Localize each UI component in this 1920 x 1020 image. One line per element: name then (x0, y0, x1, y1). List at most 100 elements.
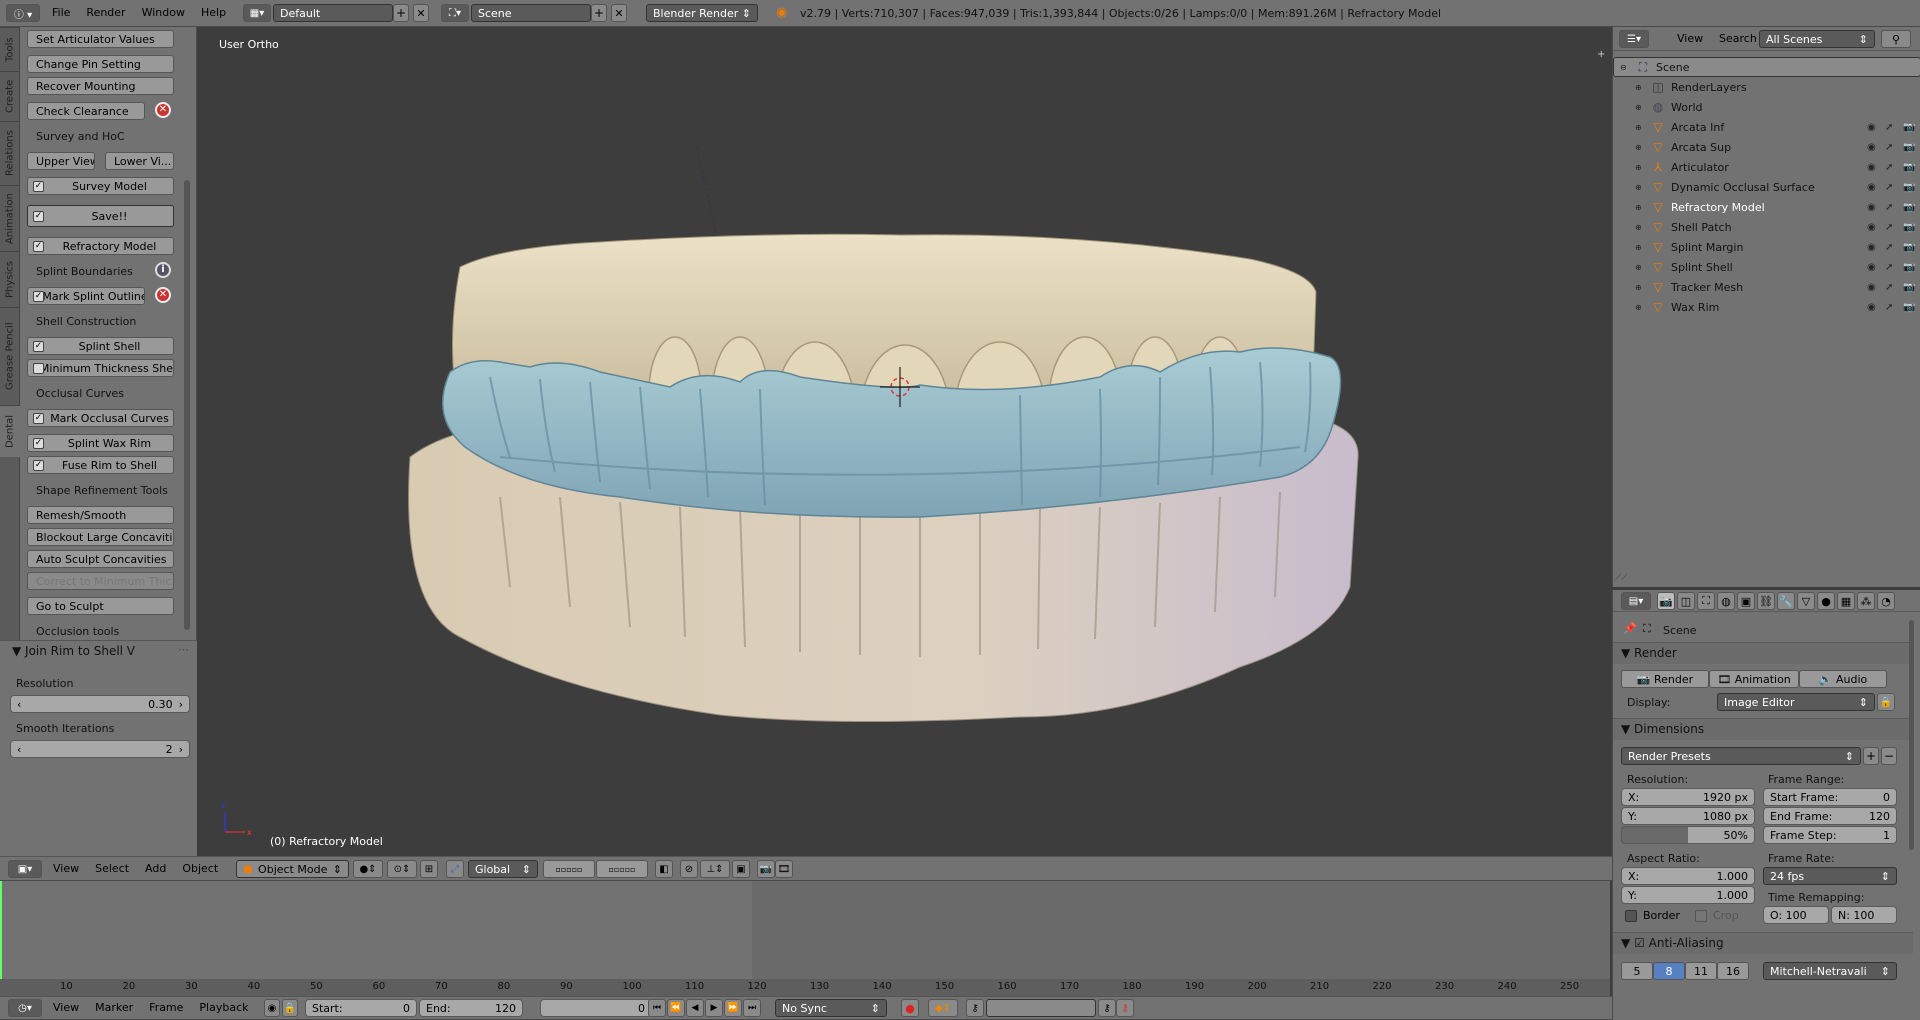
transform-icon[interactable]: ⤢ (446, 860, 464, 878)
scene-icon[interactable]: ⛶▾ (441, 4, 469, 22)
menu-window[interactable]: Window (134, 3, 193, 23)
render-button[interactable]: 📷 Render (1621, 670, 1709, 688)
aa-sample-11[interactable]: 11 (1685, 962, 1717, 980)
res-x-field[interactable]: X: 1920 px (1621, 788, 1755, 806)
min-thickness-button[interactable]: Minimum Thickness Shell (27, 359, 174, 377)
menu-render[interactable]: Render (78, 3, 133, 23)
camera-icon[interactable]: 📷 (1903, 282, 1915, 293)
cursor-icon[interactable]: ➚ (1885, 262, 1893, 273)
aa-sample-5[interactable]: 5 (1621, 962, 1653, 980)
outliner-filter-select[interactable]: All Scenes ⇕ (1759, 30, 1875, 48)
mark-occlusal-button[interactable]: ✓ Mark Occlusal Curves (27, 409, 174, 427)
fuse-rim-button[interactable]: ✓ Fuse Rim to Shell (27, 456, 174, 474)
editor-type-button[interactable]: ◷▾ (8, 999, 42, 1017)
camera-icon[interactable]: 📷 (1903, 162, 1915, 173)
camera-icon[interactable]: 📷 (1903, 242, 1915, 253)
expand-icon[interactable]: ⊕ (1635, 283, 1642, 292)
snap-icon[interactable]: ⊥⇕ (700, 860, 730, 878)
outliner-row[interactable]: ⊕ ▽ Refractory Model ◉ ➚ 📷 (1613, 197, 1920, 217)
keying-set-icon[interactable]: ⚷ (966, 999, 984, 1017)
render-preview-icon[interactable]: 📷 (757, 860, 775, 878)
insert-keyframe-icon[interactable]: ⚷ (1098, 999, 1116, 1017)
scene-select[interactable]: Scene (471, 4, 591, 22)
res-y-field[interactable]: Y: 1080 px (1621, 807, 1755, 825)
eye-icon[interactable]: ◉ (1867, 302, 1876, 313)
expand-icon[interactable]: ⊕ (1635, 123, 1642, 132)
blockout-button[interactable]: Blockout Large Concaviti... (27, 528, 174, 546)
render-anim-icon[interactable]: 🎞 (775, 860, 793, 878)
outliner-row[interactable]: ⊕ ◫ RenderLayers (1613, 77, 1920, 97)
cursor-icon[interactable]: ➚ (1885, 302, 1893, 313)
eye-icon[interactable]: ◉ (1867, 162, 1876, 173)
cursor-icon[interactable]: ➚ (1885, 242, 1893, 253)
pin-icon[interactable]: 📌 (1623, 622, 1637, 635)
render-engine-select[interactable]: Blender Render ⇕ (646, 4, 758, 22)
resolution-field[interactable]: ‹ 0.30 › (10, 695, 190, 713)
lower-view-button[interactable]: Lower Vi... (105, 152, 174, 170)
operator-header[interactable]: ▼ Join Rim to Shell V (12, 644, 135, 658)
eye-icon[interactable]: ◉ (1867, 262, 1876, 273)
collapse-icon[interactable]: ⊖ (1620, 63, 1627, 72)
cursor-icon[interactable]: ➚ (1885, 122, 1893, 133)
menu-marker[interactable]: Marker (87, 998, 141, 1018)
jump-end-icon[interactable]: ⏭ (743, 999, 761, 1017)
timeline[interactable]: 10 20 30 40 50 60 70 80 90 100 110 120 130 140 150 160 1… (0, 881, 1610, 996)
outliner-row[interactable]: ⊕ ▽ Splint Shell ◉ ➚ 📷 (1613, 257, 1920, 277)
layers-tab-icon[interactable]: ◫ (1677, 592, 1695, 610)
mode-select[interactable]: ⬢ Object Mode ⇕ (236, 860, 349, 878)
outliner-row[interactable]: ⊕ ▽ Arcata Inf ◉ ➚ 📷 (1613, 117, 1920, 137)
camera-icon[interactable]: 📷 (1903, 222, 1915, 233)
camera-icon[interactable]: 📷 (1903, 122, 1915, 133)
render-panel-header[interactable]: ▼ Render (1613, 642, 1913, 664)
expand-icon[interactable]: ⊕ (1635, 243, 1642, 252)
set-articulator-button[interactable]: Set Articulator Values (27, 30, 174, 48)
recover-mounting-button[interactable]: Recover Mounting (27, 77, 174, 95)
animation-button[interactable]: 🎞 Animation (1709, 670, 1799, 688)
layout-remove-button[interactable]: ✕ (413, 4, 429, 22)
outliner-row[interactable]: ⊕ ⅄ Articulator ◉ ➚ 📷 (1613, 157, 1920, 177)
display-select[interactable]: Image Editor ⇕ (1717, 693, 1875, 711)
aa-sample-8[interactable]: 8 (1653, 962, 1685, 980)
scene-tab-icon[interactable]: ⛶ (1697, 592, 1715, 610)
tab-relations[interactable]: Relations (0, 121, 20, 185)
layout-select[interactable]: Default (273, 4, 393, 22)
render-presets-select[interactable]: Render Presets ⇕ (1621, 747, 1861, 765)
shading-select[interactable]: ●⇕ (353, 860, 383, 878)
drag-handle-icon[interactable]: ⋯ (178, 643, 189, 656)
cursor-icon[interactable]: ➚ (1885, 282, 1893, 293)
render-tab-icon[interactable]: 📷 (1657, 592, 1675, 610)
change-pin-button[interactable]: Change Pin Setting (27, 55, 174, 73)
preset-remove-button[interactable]: − (1881, 747, 1897, 765)
refractory-model-button[interactable]: ✓ Refractory Model (27, 237, 174, 255)
remap-old-field[interactable]: O: 100 (1763, 906, 1829, 924)
dental-model[interactable]: z x (200, 27, 1610, 856)
keyframe-icon[interactable]: ◆⇕ (928, 999, 958, 1017)
aspect-y-field[interactable]: Y: 1.000 (1621, 886, 1755, 904)
aspect-x-field[interactable]: X: 1.000 (1621, 867, 1755, 885)
tab-dental[interactable]: Dental (0, 405, 20, 457)
menu-add[interactable]: Add (137, 859, 174, 879)
menu-playback[interactable]: Playback (191, 998, 256, 1018)
outliner-row[interactable]: ⊕ ▽ Tracker Mesh ◉ ➚ 📷 (1613, 277, 1920, 297)
texture-tab-icon[interactable]: ▦ (1837, 592, 1855, 610)
aa-sample-16[interactable]: 16 (1717, 962, 1749, 980)
modifier-tab-icon[interactable]: 🔧 (1777, 592, 1795, 610)
editor-type-button[interactable]: ⓘ ▾ (6, 4, 40, 22)
eye-icon[interactable]: ◉ (1867, 122, 1876, 133)
cursor-icon[interactable]: ➚ (1885, 162, 1893, 173)
menu-view[interactable]: View (45, 998, 87, 1018)
editor-type-button[interactable]: ☰▾ (1619, 30, 1649, 48)
camera-icon[interactable]: 📷 (1903, 142, 1915, 153)
editor-type-button[interactable]: ▣▾ (8, 860, 42, 878)
preset-add-button[interactable]: + (1863, 747, 1879, 765)
current-frame-field[interactable]: 0 (540, 999, 652, 1017)
cursor-icon[interactable]: ➚ (1885, 222, 1893, 233)
eye-icon[interactable]: ◉ (1867, 282, 1876, 293)
end-frame-field[interactable]: End Frame: 120 (1763, 807, 1897, 825)
scene-remove-button[interactable]: ✕ (611, 4, 627, 22)
audio-button[interactable]: 🔈 Audio (1799, 670, 1887, 688)
prev-keyframe-icon[interactable]: ⏪ (667, 999, 685, 1017)
aa-panel-header[interactable]: ▼ ☑ Anti-Aliasing (1613, 932, 1913, 954)
preview-range-icon[interactable]: ◉ (264, 999, 280, 1017)
material-tab-icon[interactable]: ● (1817, 592, 1835, 610)
